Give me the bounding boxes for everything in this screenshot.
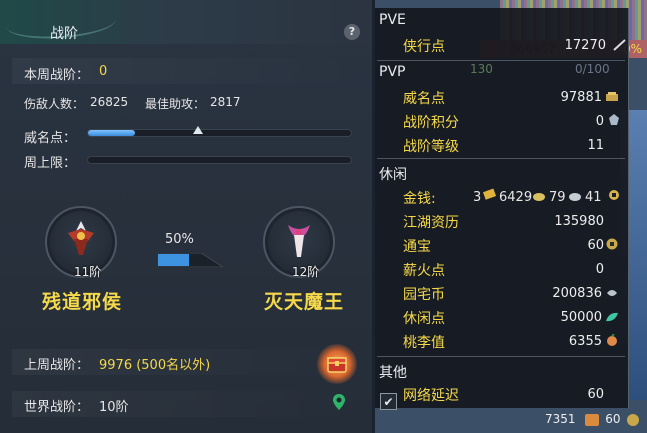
last-week-value: 9976 (500名以外)	[99, 358, 211, 373]
money-copper-value: 79	[549, 190, 566, 205]
latency-checkbox[interactable]: ✔	[380, 393, 397, 410]
jianghu-seniority-label: 江湖资历	[403, 215, 459, 231]
tongbao-value: 60	[587, 238, 604, 253]
latency-label: 网络延迟	[403, 388, 459, 404]
prestige-points-value: 97881	[560, 90, 602, 105]
rank-level-label: 战阶等级	[403, 139, 459, 155]
money-gold-value: 3	[473, 190, 482, 205]
prestige-bar-fill	[88, 130, 136, 136]
coin-icon	[609, 190, 619, 200]
prestige-bar	[87, 126, 352, 137]
weekly-cap-bar	[87, 156, 352, 164]
world-rank-row: 世界战阶： 10阶	[12, 391, 362, 417]
help-icon[interactable]: ?	[344, 24, 360, 40]
game-background: 866957 0% PVE 侠行点 17270 130 0/100 PVP 威名…	[375, 0, 647, 433]
weekly-rank-row: 本周战阶： 0	[12, 58, 362, 84]
world-rank-value: 10阶	[99, 400, 129, 415]
money-label: 金钱:	[403, 191, 436, 207]
best-assist-value: 2817	[210, 95, 241, 109]
prestige-label: 威名点：	[24, 131, 77, 146]
medal-icon	[609, 114, 619, 125]
background-number: 130	[470, 62, 493, 76]
best-assist-label: 最佳助攻：	[145, 97, 206, 111]
next-rank-name: 灭天魔王	[264, 291, 345, 313]
rank-score-label: 战阶积分	[403, 115, 459, 131]
current-rank-name: 残道邪侯	[42, 291, 123, 313]
xinhuo-points-label: 薪火点	[403, 263, 445, 279]
xinhuo-points-value: 0	[595, 262, 604, 277]
rank-level-value: 11	[587, 138, 604, 153]
gold-ingot-icon	[483, 188, 497, 200]
footer-left-value: 7351	[545, 412, 576, 426]
prestige-coin-icon	[606, 92, 618, 101]
peach-icon	[607, 334, 617, 346]
footer-bar: 7351 60	[545, 412, 640, 426]
money-silver-value: 6429	[499, 190, 533, 205]
latency-value: 60	[587, 387, 604, 402]
silver-ingot-icon	[533, 193, 545, 201]
taoli-value-label: 桃李值	[403, 335, 445, 351]
section-divider	[377, 158, 625, 159]
leisure-points-value: 50000	[560, 310, 602, 325]
current-rank-level: 11阶	[74, 265, 102, 279]
prestige-points-label: 威名点	[403, 91, 445, 107]
next-rank-crest-icon	[288, 225, 310, 258]
location-pin-icon[interactable]	[332, 393, 346, 411]
background-number: 0/100	[575, 62, 610, 76]
next-rank-level: 12阶	[292, 265, 320, 279]
section-divider	[377, 356, 625, 357]
pvp-header: PVP	[379, 64, 406, 80]
wounded-value: 26825	[90, 95, 129, 109]
battle-rank-panel: 战阶 ? 本周战阶： 0 伤敌人数： 26825 最佳助攻： 2817 威名点：…	[0, 0, 372, 433]
last-week-row: 上周战阶： 9976 (500名以外)	[12, 349, 362, 375]
prestige-marker	[193, 126, 204, 134]
rank-score-value: 0	[595, 114, 604, 129]
current-rank-crest-icon	[68, 221, 94, 256]
weekly-rank-label: 本周战阶：	[24, 68, 90, 83]
rank-progress-fill	[158, 254, 189, 266]
leisure-points-label: 休闲点	[403, 311, 445, 327]
boot-icon	[585, 413, 600, 426]
taoli-value: 6355	[568, 334, 602, 349]
last-week-label: 上周战阶：	[24, 358, 90, 373]
home-coin-value: 200836	[552, 286, 602, 301]
currency-tooltip: PVE 侠行点 17270 130 0/100 PVP 威名点 97881 战阶…	[375, 8, 629, 410]
panel-title: 战阶	[50, 26, 78, 42]
other-header: 其他	[379, 365, 407, 381]
home-coin-label: 园宅币	[403, 287, 445, 303]
weekly-cap-label: 周上限：	[24, 156, 77, 171]
home-coin-icon	[607, 290, 617, 296]
footer-right-value: 60	[605, 412, 621, 426]
tongbao-label: 通宝	[403, 239, 431, 255]
weekly-rank-value: 0	[99, 64, 108, 79]
copper-ingot-icon	[569, 193, 581, 201]
rank-progress-percent: 50%	[165, 232, 194, 247]
section-divider	[377, 60, 625, 61]
money-coin-value: 41	[585, 190, 602, 205]
world-rank-label: 世界战阶：	[24, 400, 90, 415]
jianghu-seniority-value: 135980	[554, 214, 604, 229]
tongbao-coin-icon	[627, 413, 640, 426]
leisure-header: 休闲	[379, 167, 407, 183]
xiaxing-points-value: 17270	[564, 38, 606, 53]
leaf-icon	[606, 312, 618, 322]
tongbao-coin-icon	[606, 238, 618, 250]
rank-progress-bar	[157, 253, 223, 267]
sword-icon	[613, 39, 626, 51]
reward-chest-icon[interactable]	[317, 344, 357, 384]
pve-header: PVE	[379, 12, 406, 28]
wounded-label: 伤敌人数：	[24, 97, 85, 111]
xiaxing-points-label: 侠行点	[403, 39, 445, 55]
